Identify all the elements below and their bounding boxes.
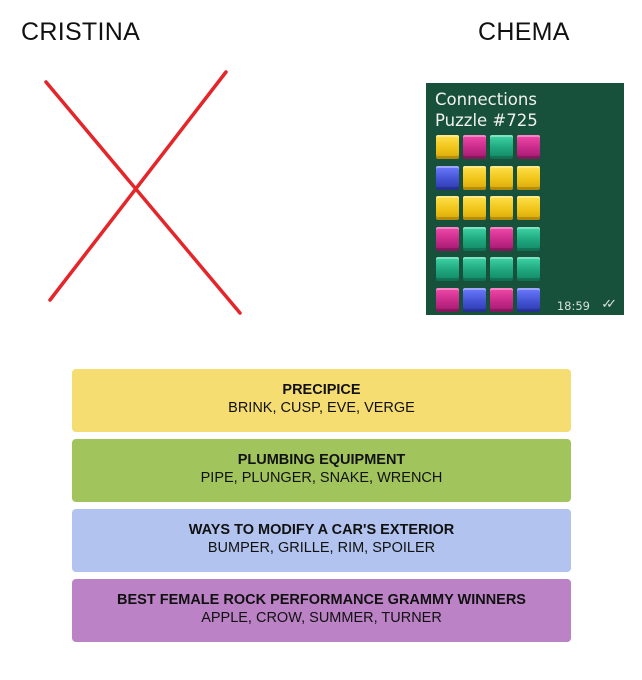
group-1: PRECIPICE BRINK, CUSP, EVE, VERGE [72, 369, 571, 432]
group-words: APPLE, CROW, SUMMER, TURNER [201, 610, 442, 626]
yellow-square [490, 196, 513, 220]
yellow-square [517, 165, 540, 190]
group-2: PLUMBING EQUIPMENT PIPE, PLUNGER, SNAKE, … [72, 439, 571, 502]
yellow-square [490, 165, 513, 190]
result-emoji-grid [436, 135, 540, 312]
red-cross-icon [44, 70, 242, 315]
card-title-puzzle-number: Puzzle #725 [435, 111, 538, 130]
green-square [463, 257, 486, 281]
purple-square [436, 226, 459, 251]
group-3: WAYS TO MODIFY A CAR'S EXTERIOR BUMPER, G… [72, 509, 571, 572]
shared-result-card: Connections Puzzle #725 18:59 ✓✓ [426, 83, 624, 315]
group-title: BEST FEMALE ROCK PERFORMANCE GRAMMY WINN… [117, 592, 526, 608]
group-4: BEST FEMALE ROCK PERFORMANCE GRAMMY WINN… [72, 579, 571, 642]
green-square [517, 257, 540, 281]
green-square [490, 135, 513, 159]
green-square [463, 226, 486, 251]
yellow-square [436, 196, 459, 220]
blue-square [517, 287, 540, 312]
yellow-square [436, 135, 459, 159]
message-time: 18:59 [556, 299, 590, 313]
purple-square [463, 135, 486, 159]
player-name-chema: CHEMA [478, 18, 570, 46]
group-words: PIPE, PLUNGER, SNAKE, WRENCH [200, 470, 443, 486]
green-square [490, 257, 513, 281]
blue-square [436, 165, 459, 190]
green-square [436, 257, 459, 281]
group-words: BUMPER, GRILLE, RIM, SPOILER [207, 540, 436, 556]
yellow-square [517, 196, 540, 220]
group-title: WAYS TO MODIFY A CAR'S EXTERIOR [188, 522, 455, 538]
green-square [517, 226, 540, 251]
yellow-square [463, 165, 486, 190]
purple-square [490, 226, 513, 251]
yellow-square [463, 196, 486, 220]
cross-stroke-1 [44, 80, 242, 315]
group-title: PRECIPICE [282, 382, 361, 398]
purple-square [436, 287, 459, 312]
card-title-game: Connections [435, 90, 537, 109]
blue-square [463, 287, 486, 312]
purple-square [490, 287, 513, 312]
purple-square [517, 135, 540, 159]
group-words: BRINK, CUSP, EVE, VERGE [228, 400, 415, 416]
double-check-icon: ✓✓ [601, 297, 617, 312]
group-title: PLUMBING EQUIPMENT [237, 452, 406, 468]
solved-groups-list: PRECIPICE BRINK, CUSP, EVE, VERGE PLUMBING… [72, 369, 571, 649]
